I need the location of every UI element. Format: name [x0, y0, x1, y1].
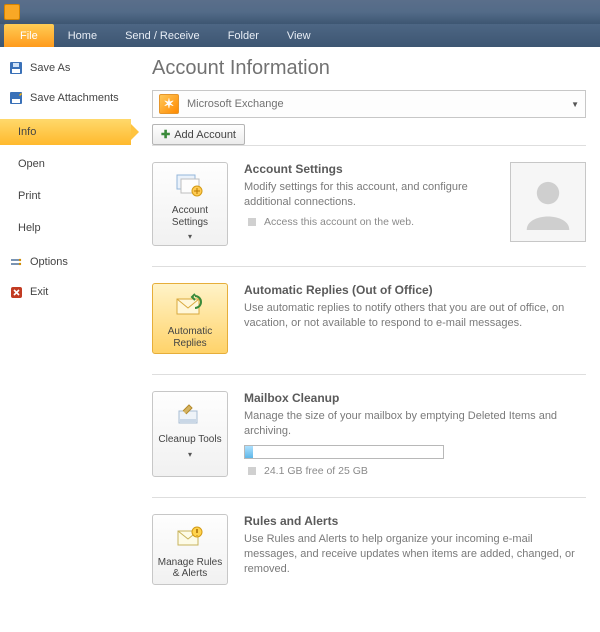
automatic-replies-icon: [174, 290, 206, 322]
sidebar-label: Info: [18, 126, 36, 138]
chevron-down-icon: ▾: [188, 232, 192, 241]
attachment-icon: [8, 90, 24, 106]
sidebar-exit[interactable]: Exit: [0, 277, 131, 307]
sidebar-label: Options: [30, 256, 68, 268]
profile-avatar: [510, 162, 586, 242]
sidebar-save-attachments[interactable]: Save Attachments: [0, 83, 131, 113]
sidebar-label: Open: [18, 158, 45, 170]
section-title: Mailbox Cleanup: [244, 391, 586, 405]
section-title: Automatic Replies (Out of Office): [244, 283, 586, 297]
sidebar-options[interactable]: Options: [0, 247, 131, 277]
sidebar-label: Help: [18, 222, 41, 234]
section-desc: Modify settings for this account, and co…: [244, 180, 488, 210]
manage-rules-button[interactable]: Manage Rules & Alerts: [152, 514, 228, 585]
options-icon: [8, 254, 24, 270]
tab-home[interactable]: Home: [54, 24, 111, 47]
page-title: Account Information: [152, 57, 586, 80]
sidebar-help[interactable]: Help: [0, 215, 131, 241]
sidebar-save-as[interactable]: Save As: [0, 53, 131, 83]
section-desc: Manage the size of your mailbox by empty…: [244, 409, 586, 439]
quota-text: 24.1 GB free of 25 GB: [244, 465, 586, 477]
content-panel: Account Information ✶ Microsoft Exchange…: [132, 47, 600, 632]
mailbox-quota-bar: [244, 445, 444, 459]
section-automatic-replies: Automatic Replies Automatic Replies (Out…: [152, 266, 586, 374]
section-desc: Use automatic replies to notify others t…: [244, 301, 586, 331]
account-settings-button[interactable]: Account Settings ▾: [152, 162, 228, 246]
cleanup-icon: [174, 398, 206, 430]
sidebar-info[interactable]: Info: [0, 119, 131, 145]
add-account-button[interactable]: ✚ Add Account: [152, 124, 245, 145]
titlebar: [0, 0, 600, 24]
tab-folder[interactable]: Folder: [214, 24, 273, 47]
tab-send-receive[interactable]: Send / Receive: [111, 24, 214, 47]
exchange-icon: ✶: [159, 94, 179, 114]
backstage-sidebar: Save As Save Attachments Info Open Print…: [0, 47, 132, 632]
app-logo-icon: [4, 4, 20, 20]
account-settings-icon: [174, 169, 206, 201]
chevron-down-icon: ▼: [571, 100, 579, 109]
sidebar-print[interactable]: Print: [0, 183, 131, 209]
tab-file[interactable]: File: [4, 24, 54, 47]
web-access-link[interactable]: Access this account on the web.: [244, 216, 488, 228]
button-label: Account Settings: [157, 205, 223, 228]
sidebar-label: Save As: [30, 62, 70, 74]
section-title: Account Settings: [244, 162, 488, 176]
button-label: Manage Rules & Alerts: [157, 557, 223, 580]
exit-icon: [8, 284, 24, 300]
ribbon-tabs: File Home Send / Receive Folder View: [0, 24, 600, 47]
section-title: Rules and Alerts: [244, 514, 586, 528]
sidebar-label: Exit: [30, 286, 48, 298]
section-desc: Use Rules and Alerts to help organize yo…: [244, 532, 586, 577]
cleanup-tools-button[interactable]: Cleanup Tools ▾: [152, 391, 228, 477]
section-mailbox-cleanup: Cleanup Tools ▾ Mailbox Cleanup Manage th…: [152, 374, 586, 497]
section-rules-alerts: Manage Rules & Alerts Rules and Alerts U…: [152, 497, 586, 605]
sidebar-open[interactable]: Open: [0, 151, 131, 177]
tab-view[interactable]: View: [273, 24, 325, 47]
section-account-settings: Account Settings ▾ Account Settings Modif…: [152, 145, 586, 266]
rules-alerts-icon: [174, 521, 206, 553]
sidebar-label: Print: [18, 190, 41, 202]
automatic-replies-button[interactable]: Automatic Replies: [152, 283, 228, 354]
save-icon: [8, 60, 24, 76]
sidebar-label: Save Attachments: [30, 92, 119, 104]
chevron-down-icon: ▾: [188, 450, 192, 459]
button-label: Cleanup Tools: [158, 434, 221, 446]
button-label: Automatic Replies: [157, 326, 223, 349]
account-selector[interactable]: ✶ Microsoft Exchange ▼: [152, 90, 586, 118]
add-account-label: Add Account: [174, 129, 236, 141]
plus-icon: ✚: [161, 128, 170, 141]
account-name: Microsoft Exchange: [187, 98, 284, 110]
